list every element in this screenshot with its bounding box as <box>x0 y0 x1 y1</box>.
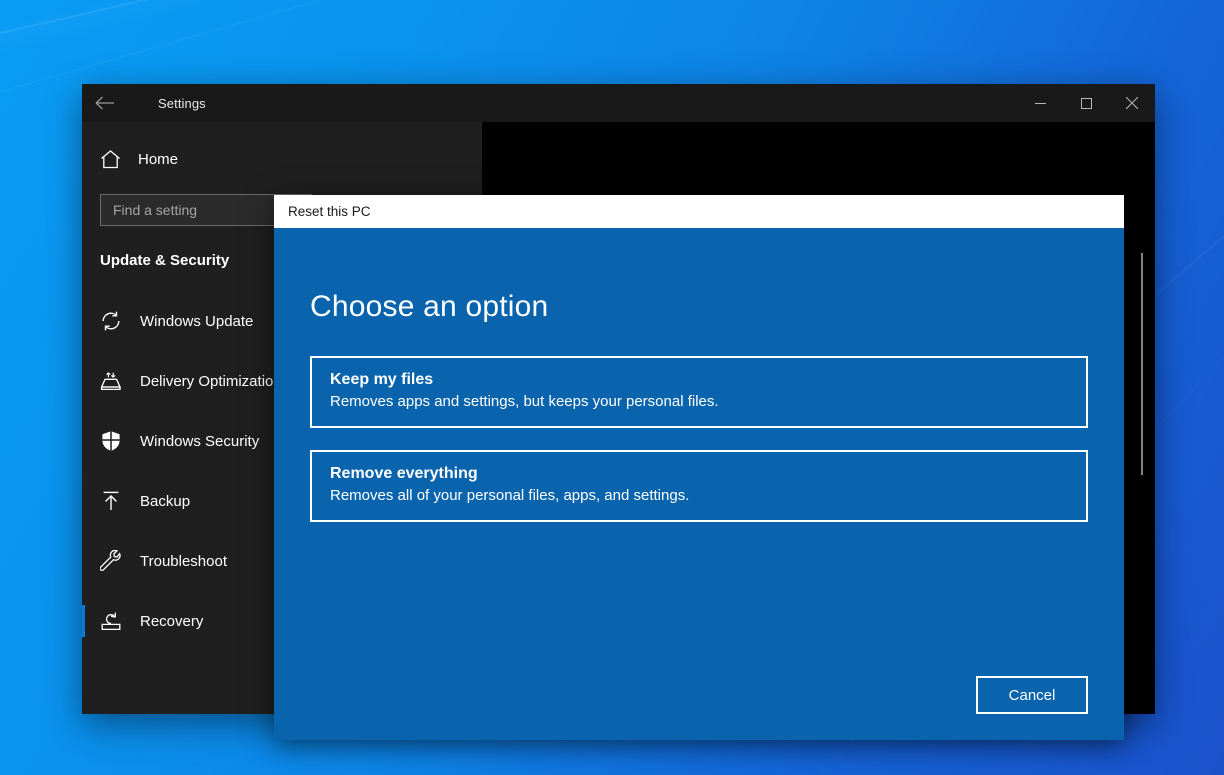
option-keep-my-files[interactable]: Keep my files Removes apps and settings,… <box>310 356 1088 428</box>
wrench-icon <box>100 550 140 572</box>
option-description: Removes all of your personal files, apps… <box>330 487 1068 504</box>
maximize-icon[interactable] <box>1063 84 1109 122</box>
sidebar-item-home[interactable]: Home <box>82 140 482 178</box>
option-remove-everything[interactable]: Remove everything Removes all of your pe… <box>310 450 1088 522</box>
cancel-button[interactable]: Cancel <box>976 676 1088 714</box>
vertical-scrollbar[interactable] <box>1135 160 1149 680</box>
sync-icon <box>100 310 140 332</box>
sidebar-item-label: Delivery Optimization <box>140 373 282 390</box>
window-caption-buttons <box>1017 84 1155 122</box>
option-title: Remove everything <box>330 465 1068 483</box>
recovery-icon <box>100 610 140 632</box>
sidebar-item-label: Troubleshoot <box>140 553 227 570</box>
delivery-optimization-icon <box>100 370 140 392</box>
reset-this-pc-dialog: Reset this PC Choose an option Keep my f… <box>274 195 1124 740</box>
option-description: Removes apps and settings, but keeps you… <box>330 393 1068 410</box>
dialog-title: Reset this PC <box>288 204 371 219</box>
dialog-title-bar: Reset this PC <box>274 195 1124 228</box>
scrollbar-thumb[interactable] <box>1141 253 1143 475</box>
sidebar-item-label: Windows Security <box>140 433 259 450</box>
sidebar-item-label: Windows Update <box>140 313 253 330</box>
upload-arrow-icon <box>100 490 140 512</box>
home-icon <box>100 150 138 169</box>
desktop: Settings <box>0 0 1224 775</box>
close-icon[interactable] <box>1109 84 1155 122</box>
settings-window: Settings <box>82 84 1155 714</box>
shield-icon <box>100 430 140 452</box>
sidebar-item-home-label: Home <box>138 151 178 168</box>
reset-option-list: Keep my files Removes apps and settings,… <box>310 356 1088 522</box>
dialog-body: Choose an option Keep my files Removes a… <box>274 228 1124 740</box>
sidebar-item-label: Backup <box>140 493 190 510</box>
option-title: Keep my files <box>330 371 1068 389</box>
window-title: Settings <box>158 96 206 111</box>
dialog-footer: Cancel <box>976 676 1088 714</box>
search-input-placeholder: Find a setting <box>113 202 197 218</box>
dialog-heading: Choose an option <box>310 228 1088 324</box>
wallpaper-swoosh-1 <box>0 0 757 62</box>
sidebar-item-label: Recovery <box>140 613 203 630</box>
window-title-bar: Settings <box>82 84 1155 122</box>
minimize-icon[interactable] <box>1017 84 1063 122</box>
back-arrow-icon[interactable] <box>82 84 128 122</box>
